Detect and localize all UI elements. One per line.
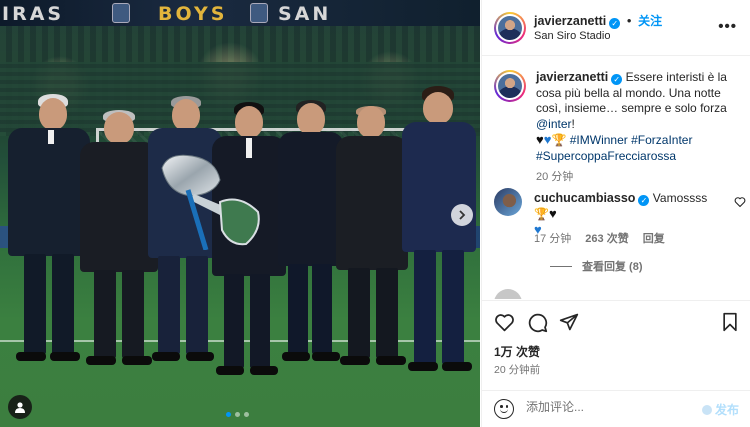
post-timestamp: 20 分钟前 [494,364,541,376]
caption-text: javierzanetti ✓ Essere interisti è la cos… [536,70,746,186]
post-indicator-icon [701,404,712,415]
separator-dot: • [626,13,632,28]
person-2 [80,110,158,370]
author-line: javierzanetti ✓ • 关注 [534,12,662,29]
banner-text-left: IRAS [2,3,65,25]
like-button[interactable] [493,311,515,333]
carousel-dot [226,412,231,417]
person-1 [8,94,90,374]
comment-input[interactable] [526,400,686,414]
banner-logo [112,3,130,23]
caption-body-end: ! [571,116,575,131]
reply-button[interactable]: 回复 [643,230,665,246]
verified-badge-icon: ✓ [638,195,650,206]
commenter-avatar[interactable] [494,188,522,216]
chevron-right-icon [459,210,466,220]
replies-divider [550,265,572,267]
add-comment-bar: 发布 [482,390,750,427]
black-heart-icon: ♥ [548,206,557,221]
carousel-indicator [226,412,249,417]
person-icon [15,402,25,413]
view-replies-label: 查看回复 (8) [582,261,643,273]
emoji-picker-icon[interactable] [494,399,514,419]
post-comment-button[interactable]: 发布 [701,401,739,418]
person-5 [278,100,344,368]
caption-username[interactable]: javierzanetti [536,70,608,84]
verified-badge-icon: ✓ [611,74,623,85]
trophy-icon: 🏆 [534,207,549,221]
caption-avatar[interactable] [494,70,526,102]
post-actions: 1万 次赞 20 分钟前 [482,300,750,390]
hashtag-link[interactable]: #IMWinner [570,133,628,147]
commenter-avatar [494,289,522,299]
comment-like-button[interactable] [734,196,746,211]
post-header: javierzanetti ✓ • 关注 San Siro Stadio ••• [482,0,750,56]
post-photo[interactable]: IRAS BOYS SAN [0,0,480,427]
tagged-people-button[interactable] [8,395,32,419]
trophy-icon: 🏆 [551,133,567,147]
carousel-dot [244,412,249,417]
save-button[interactable] [719,311,741,333]
stadium-banner: IRAS BOYS SAN [0,0,480,26]
heart-outline-icon [734,197,746,208]
comment-icon [528,313,547,332]
comment-likes[interactable]: 263 次赞 [585,230,628,246]
post-location[interactable]: San Siro Stadio [534,30,610,42]
comment-text: Vamossss [652,191,708,205]
follow-button[interactable]: 关注 [638,14,662,28]
comment-meta: 17 分钟 263 次赞 回复 [534,230,665,246]
author-username[interactable]: javierzanetti [534,14,606,28]
comment-button[interactable] [526,311,548,333]
share-button[interactable] [558,311,580,333]
banner-text-mid: BOYS [158,3,228,25]
like-count[interactable]: 1万 次赞 [494,343,540,360]
post-side-panel: javierzanetti ✓ • 关注 San Siro Stadio ••• … [481,0,750,427]
hashtag-link[interactable]: #SupercoppaFrecciarossa [536,149,676,163]
next-comment-partial [494,289,744,299]
commenter-username[interactable]: cuchucambiasso [534,191,635,205]
view-replies-button[interactable]: 查看回复 (8) [550,258,643,274]
mention-link[interactable]: @inter [536,117,572,131]
heart-icon [494,313,514,331]
send-icon [559,313,579,331]
next-photo-button[interactable] [451,204,473,226]
banner-logo [250,3,268,23]
trophy [161,154,260,250]
post-comment-label: 发布 [714,403,739,417]
verified-badge-icon: ✓ [609,18,621,29]
carousel-dot [235,412,240,417]
author-avatar[interactable] [494,12,526,44]
more-options-icon[interactable]: ••• [718,18,737,35]
bookmark-icon [723,312,737,332]
person-7 [402,86,476,386]
comment-time: 17 分钟 [534,233,572,245]
banner-text-right: SAN [278,3,332,25]
person-6 [336,104,408,374]
black-heart-icon: ♥ [536,132,544,147]
caption-time: 20 分钟 [536,171,574,183]
hashtag-link[interactable]: #ForzaInter [631,133,692,147]
